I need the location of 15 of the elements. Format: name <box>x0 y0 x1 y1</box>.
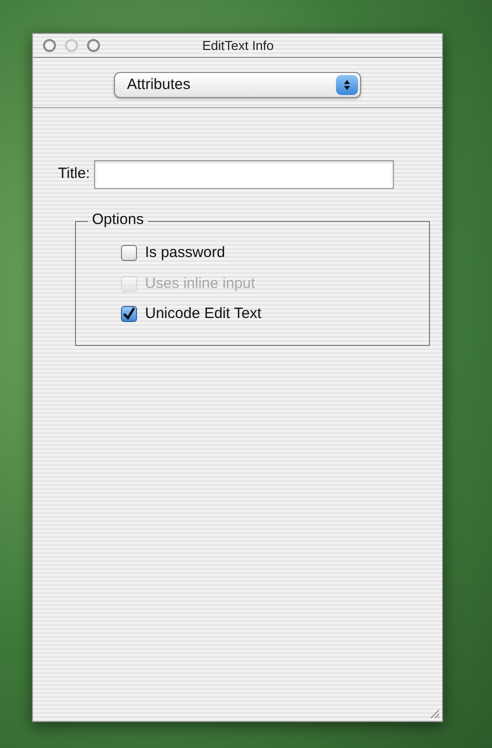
zoom-button[interactable] <box>87 39 100 52</box>
checkbox-label: Is password <box>145 243 226 263</box>
resize-grip-icon <box>428 707 440 719</box>
stepper-icon <box>336 75 358 95</box>
window-title: EditText Info <box>201 36 275 55</box>
checkbox[interactable] <box>121 306 137 322</box>
title-label: Title: <box>58 164 90 184</box>
checkbox-label: Uses inline input <box>145 274 256 294</box>
checkbox-label: Unicode Edit Text <box>145 304 262 324</box>
close-button[interactable] <box>43 39 56 52</box>
title-field[interactable] <box>94 160 394 189</box>
popup-menu[interactable]: Attributes <box>114 72 361 98</box>
options-group-title: Options <box>88 210 148 230</box>
checkmark-icon <box>122 307 136 322</box>
checkbox[interactable] <box>121 245 137 262</box>
